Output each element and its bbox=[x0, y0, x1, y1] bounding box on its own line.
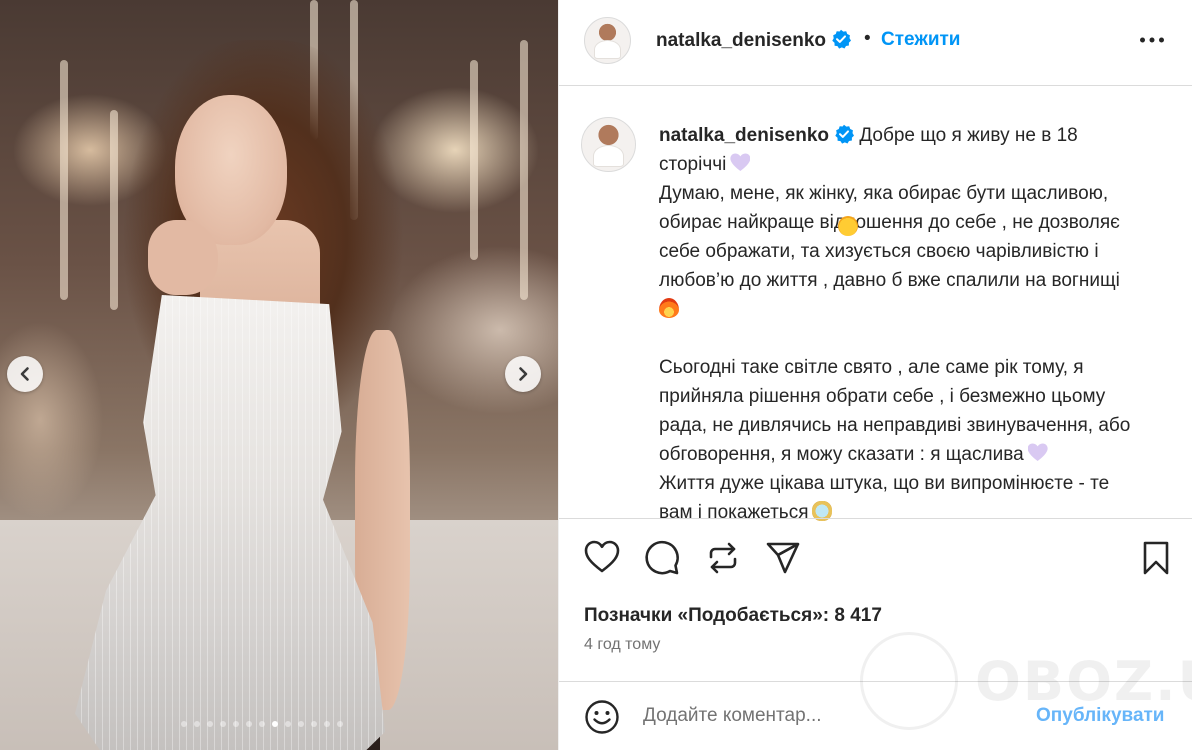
carousel-dot bbox=[311, 721, 317, 727]
carousel-dot bbox=[233, 721, 239, 727]
repost-icon[interactable] bbox=[705, 540, 741, 576]
carousel-dot bbox=[259, 721, 265, 727]
caption-text: обговорення, я можу сказати : я щаслива bbox=[659, 444, 1024, 465]
share-icon[interactable] bbox=[765, 540, 801, 576]
header-separator: • bbox=[864, 28, 871, 49]
chandelier-decor bbox=[520, 40, 528, 300]
username-text: natalka_denisenko bbox=[656, 30, 827, 51]
chandelier-decor bbox=[470, 60, 478, 260]
chandelier-decor bbox=[60, 60, 68, 300]
heart-icon[interactable] bbox=[584, 540, 620, 574]
post-header: natalka_denisenko • Стежити bbox=[559, 0, 1192, 86]
caption-text: Думаю, мене, як жінку, яка обирає бути щ… bbox=[659, 183, 1109, 204]
carousel-dot bbox=[324, 721, 330, 727]
post-username-link[interactable]: natalka_denisenko bbox=[656, 29, 852, 52]
caption-text: рада, не дивлячись на неправдиві звинува… bbox=[659, 415, 1131, 436]
avatar[interactable] bbox=[581, 117, 636, 172]
post-actions: Позначки «Подобається»: 8 417 4 год тому bbox=[559, 518, 1192, 682]
carousel-dot bbox=[298, 721, 304, 727]
caption-emoji-line bbox=[659, 216, 1179, 324]
post-panel: natalka_denisenko • Стежити natalka_deni… bbox=[558, 0, 1192, 750]
post-photo bbox=[0, 0, 558, 750]
carousel-dot bbox=[220, 721, 226, 727]
comment-input[interactable] bbox=[643, 700, 1023, 732]
caption-text: Життя дуже цікава штука, що ви випроміню… bbox=[659, 473, 1110, 494]
caption-text: Добре що я живу не в 18 bbox=[859, 125, 1078, 146]
fire-emoji-icon bbox=[659, 298, 679, 318]
carousel-dot bbox=[285, 721, 291, 727]
carousel-dot bbox=[337, 721, 343, 727]
verified-badge-icon bbox=[832, 29, 852, 49]
caption-section: natalka_denisenko Добре що я живу не в 1… bbox=[559, 87, 1192, 523]
carousel-dot bbox=[181, 721, 187, 727]
verified-badge-icon bbox=[835, 124, 855, 144]
caption-line: обговорення, я можу сказати : я щаслива bbox=[659, 440, 1179, 469]
carousel-prev-button[interactable] bbox=[7, 356, 43, 392]
follow-button[interactable]: Стежити bbox=[881, 29, 960, 51]
likes-count[interactable]: Позначки «Подобається»: 8 417 bbox=[584, 605, 882, 627]
post-timestamp[interactable]: 4 год тому bbox=[584, 636, 660, 654]
carousel-dot bbox=[246, 721, 252, 727]
caption-text: себе ображати, та хизується своєю чарівл… bbox=[659, 241, 1099, 262]
more-horizontal-icon[interactable] bbox=[1139, 30, 1165, 50]
post-caption: natalka_denisenko Добре що я живу не в 1… bbox=[659, 121, 1179, 527]
comment-bar: Опублікувати bbox=[559, 681, 1192, 750]
caption-text: прийняла рішення обрати себе , і безмежн… bbox=[659, 386, 1106, 407]
caption-text: Сьогодні таке світле свято , але саме рі… bbox=[659, 357, 1084, 378]
caption-username-link[interactable]: natalka_denisenko bbox=[659, 125, 829, 146]
carousel-dot bbox=[194, 721, 200, 727]
carousel-next-button[interactable] bbox=[505, 356, 541, 392]
carousel-indicator bbox=[181, 721, 343, 727]
caption-line: natalka_denisenko Добре що я живу не в 1… bbox=[659, 121, 1179, 150]
purple-heart-emoji-icon bbox=[1028, 443, 1048, 463]
avatar[interactable] bbox=[584, 17, 631, 64]
chevron-left-icon bbox=[20, 367, 29, 381]
carousel-dot bbox=[207, 721, 213, 727]
chandelier-decor bbox=[110, 110, 118, 310]
chevron-right-icon bbox=[519, 367, 528, 381]
caption-line: сторіччі bbox=[659, 150, 1179, 179]
caption-text: обирає найкраще відношення до себе , не … bbox=[659, 212, 1120, 233]
comment-icon[interactable] bbox=[644, 540, 680, 576]
smiling-face-emoji-icon bbox=[838, 216, 858, 236]
bookmark-icon[interactable] bbox=[1141, 540, 1171, 576]
woman-hand bbox=[148, 220, 218, 295]
caption-text: любов’ю до життя , давно б вже спалили н… bbox=[659, 270, 1120, 291]
carousel-dot bbox=[272, 721, 278, 727]
caption-text: сторіччі bbox=[659, 154, 727, 175]
publish-button[interactable]: Опублікувати bbox=[1036, 705, 1165, 727]
emoji-smile-icon[interactable] bbox=[584, 699, 620, 735]
purple-heart-emoji-icon bbox=[730, 153, 750, 173]
